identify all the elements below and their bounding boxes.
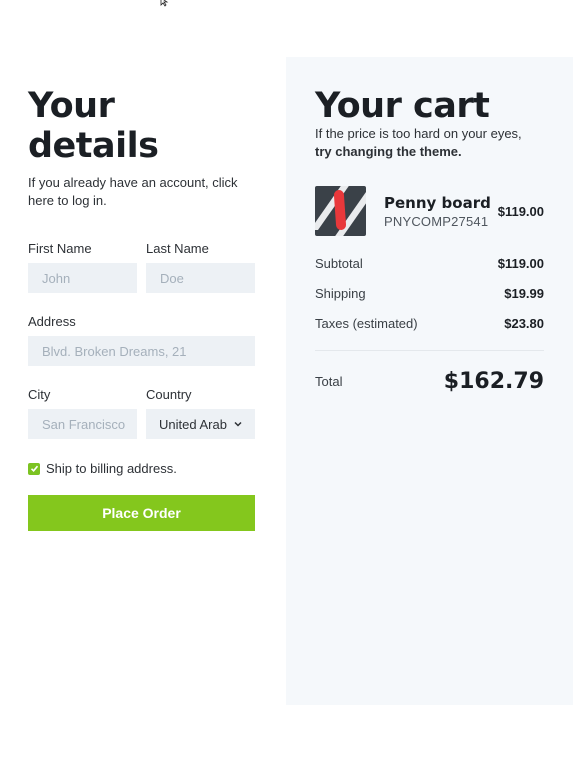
theme-hint-text: If the price is too hard on your eyes, [315,126,522,141]
last-name-input[interactable] [146,263,255,293]
check-icon [30,465,38,472]
item-price: $119.00 [497,204,544,219]
country-select[interactable]: United Arab [146,409,255,439]
subtotal-label: Subtotal [315,256,363,271]
shipping-label: Shipping [315,286,366,301]
subtotal-row: Subtotal $119.00 [315,256,544,271]
item-name: Penny board [384,194,491,212]
taxes-value: $23.80 [504,316,544,331]
address-label: Address [28,314,76,329]
chevron-down-icon [234,421,242,427]
total-label: Total [315,374,343,389]
item-sku: PNYCOMP27541 [384,214,489,229]
ship-to-billing-row[interactable]: Ship to billing address. [28,461,255,476]
taxes-row: Taxes (estimated) $23.80 [315,316,544,331]
total-row: Total $162.79 [315,369,544,394]
country-value: United Arab [159,416,227,432]
shipping-row: Shipping $19.99 [315,286,544,301]
city-input[interactable] [28,409,137,439]
details-title: Your details [28,86,159,166]
country-label: Country [146,387,192,402]
pointer-cursor-icon [160,0,169,7]
total-value: $162.79 [443,369,544,394]
cart-item: Penny board PNYCOMP27541 $119.00 [315,186,544,236]
shipping-value: $19.99 [504,286,544,301]
address-input[interactable] [28,336,255,366]
ship-to-billing-checkbox[interactable] [28,462,40,475]
ship-to-billing-label: Ship to billing address. [46,461,177,476]
subtotal-value: $119.00 [497,256,544,271]
theme-hint-link[interactable]: try changing the theme. [315,144,462,159]
first-name-input[interactable] [28,263,137,293]
taxes-label: Taxes (estimated) [315,316,418,331]
cart-title: Your cart [315,86,490,126]
login-hint[interactable]: If you already have an account, click he… [28,174,255,210]
divider [315,350,544,351]
theme-hint: If the price is too hard on your eyes, t… [315,125,522,161]
cart-panel: Your cart If the price is too hard on yo… [286,57,573,705]
details-section: Your details If you already have an acco… [28,86,255,531]
last-name-label: Last Name [146,241,209,256]
place-order-button[interactable]: Place Order [28,495,255,531]
first-name-label: First Name [28,241,92,256]
city-label: City [28,387,51,402]
penny-board-thumbnail [315,186,366,236]
